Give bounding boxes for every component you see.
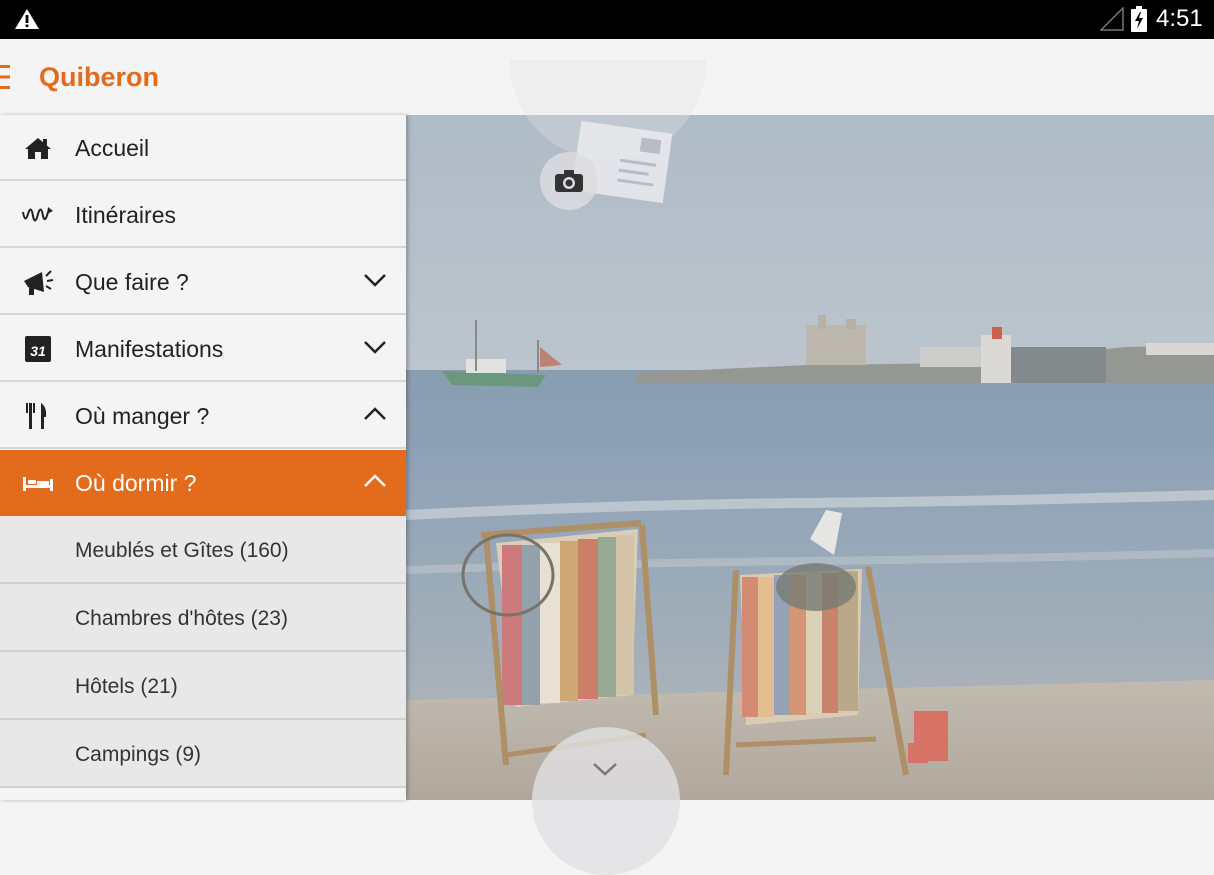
postcard-line bbox=[618, 168, 649, 176]
drawer-subitem-label: Meublés et Gîtes (160) bbox=[75, 539, 289, 562]
warning-icon bbox=[15, 9, 39, 29]
beach-photo bbox=[406, 115, 1214, 800]
drawer-subitem-hotels[interactable]: Hôtels (21) bbox=[0, 652, 406, 720]
drawer-item-que-faire[interactable]: Que faire ? bbox=[0, 249, 406, 315]
home-icon bbox=[25, 138, 51, 159]
drawer-item-accueil[interactable]: Accueil bbox=[0, 115, 406, 181]
chevron-up-icon bbox=[364, 407, 386, 420]
megaphone-icon bbox=[24, 270, 54, 295]
drawer-subitem-meubles-gites[interactable]: Meublés et Gîtes (160) bbox=[0, 516, 406, 584]
chevron-down-icon bbox=[593, 763, 617, 776]
drawer-item-ou-manger[interactable]: Où manger ? bbox=[0, 383, 406, 449]
camera-icon bbox=[555, 170, 583, 192]
drawer-item-label: Manifestations bbox=[75, 336, 224, 362]
drawer-subitem-campings[interactable]: Campings (9) bbox=[0, 720, 406, 788]
navigation-drawer: Accueil Itinéraires Que faire ? 31 Manif… bbox=[0, 115, 406, 800]
drawer-item-ou-dormir[interactable]: Où dormir ? bbox=[0, 450, 406, 516]
drawer-item-label: Itinéraires bbox=[75, 202, 176, 228]
postcard-line bbox=[620, 158, 657, 167]
camera-button[interactable] bbox=[540, 152, 598, 210]
drawer-subitem-label: Hôtels (21) bbox=[75, 675, 178, 698]
clock: 4:51 bbox=[1156, 5, 1203, 32]
drawer-subitem-label: Chambres d'hôtes (23) bbox=[75, 607, 288, 630]
chevron-down-icon bbox=[364, 341, 386, 354]
signal-icon bbox=[1100, 7, 1124, 31]
drawer-subitem-chambres-hotes[interactable]: Chambres d'hôtes (23) bbox=[0, 584, 406, 652]
chevron-up-icon bbox=[364, 474, 386, 487]
drawer-item-label: Où manger ? bbox=[75, 403, 210, 429]
app-title[interactable]: Quiberon bbox=[39, 61, 159, 93]
postcard-stamp bbox=[639, 137, 662, 155]
drawer-subitem-label: Campings (9) bbox=[75, 743, 202, 766]
drawer-item-label: Que faire ? bbox=[75, 269, 189, 295]
route-icon bbox=[22, 207, 53, 222]
postcard-line bbox=[617, 178, 654, 187]
drawer-item-label: Accueil bbox=[75, 135, 150, 161]
hamburger-icon[interactable] bbox=[0, 65, 12, 89]
drawer-item-manifestations[interactable]: 31 Manifestations bbox=[0, 316, 406, 382]
drawer-item-label: Où dormir ? bbox=[75, 470, 197, 496]
drawer-item-itineraires[interactable]: Itinéraires bbox=[0, 182, 406, 248]
calendar-icon: 31 bbox=[25, 336, 51, 362]
bed-icon bbox=[23, 477, 53, 491]
battery-charging-icon bbox=[1131, 6, 1147, 32]
chevron-down-icon bbox=[364, 274, 386, 287]
status-bar: 4:51 bbox=[0, 0, 1214, 39]
scroll-down-button[interactable] bbox=[532, 727, 680, 875]
calendar-day: 31 bbox=[30, 343, 46, 359]
fork-knife-icon bbox=[26, 403, 47, 429]
